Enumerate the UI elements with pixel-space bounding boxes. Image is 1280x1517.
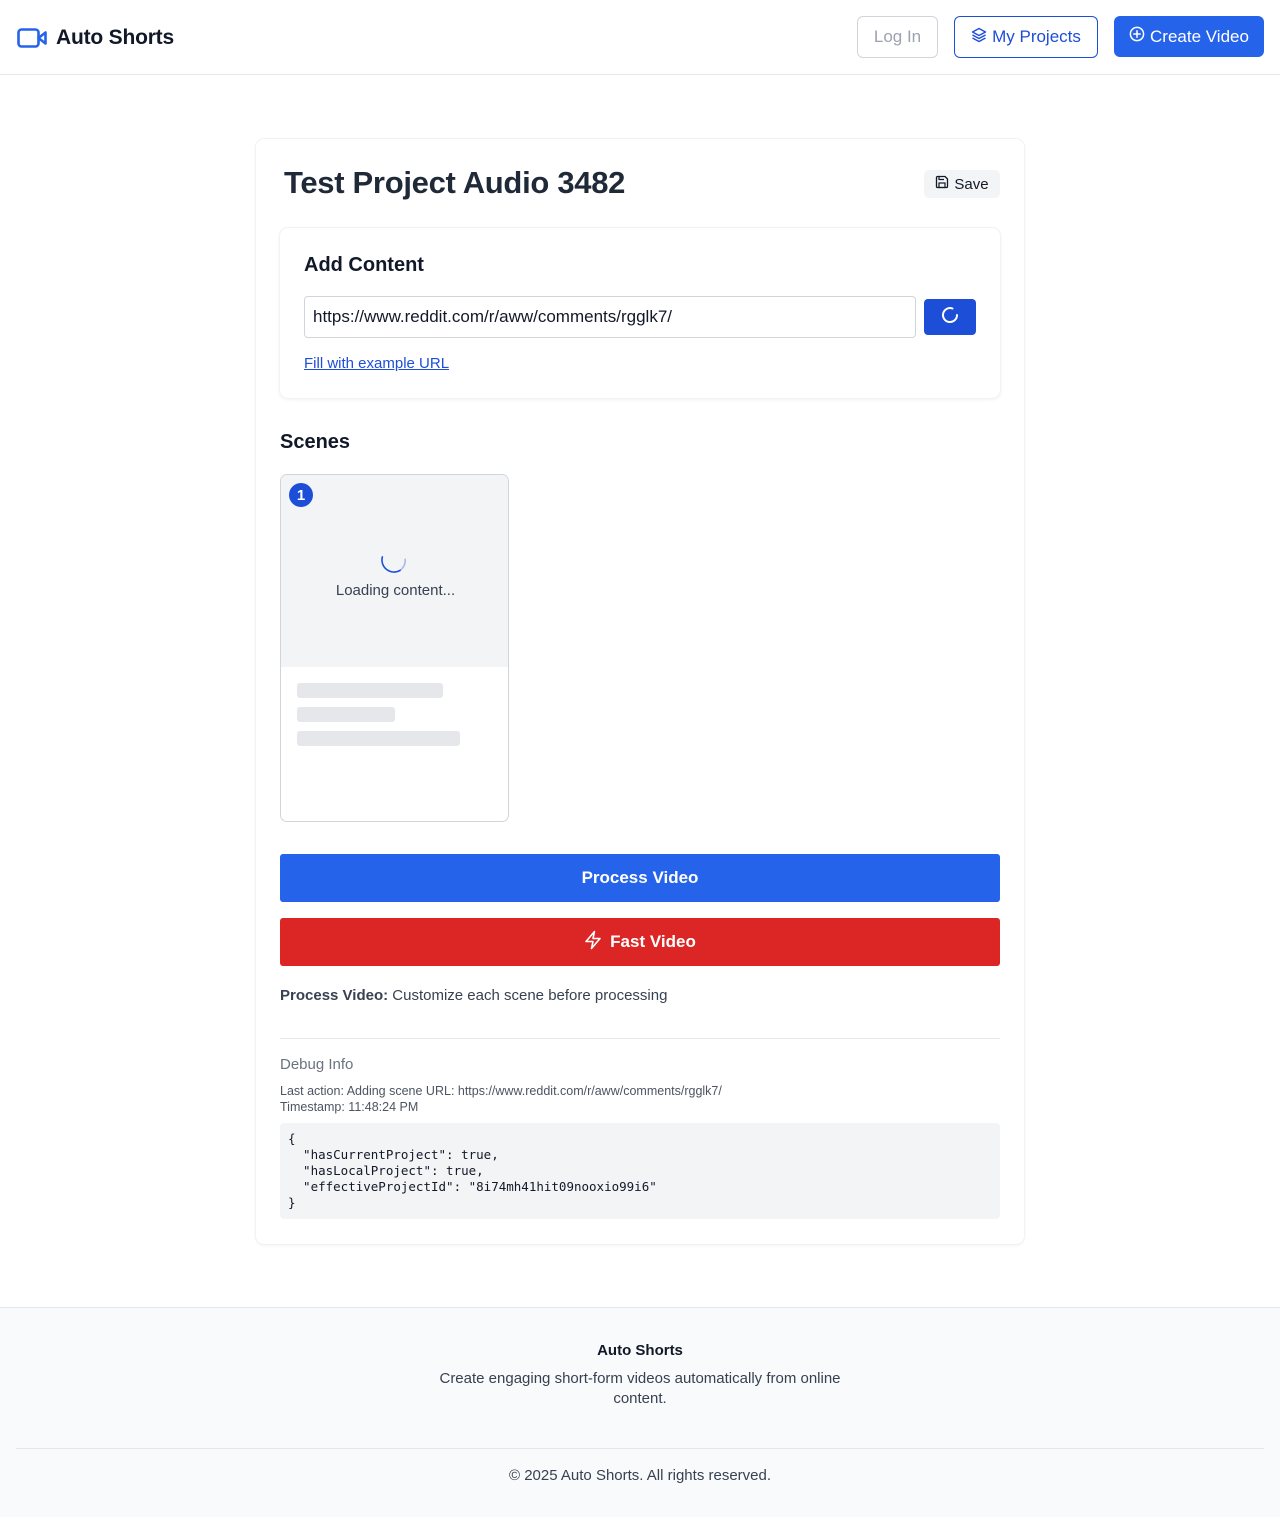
skeleton-line bbox=[297, 731, 460, 746]
save-label: Save bbox=[954, 175, 989, 193]
scene-card[interactable]: 1 Loading content... bbox=[280, 474, 509, 822]
skeleton-line bbox=[297, 683, 443, 698]
footer-title: Auto Shorts bbox=[597, 1342, 683, 1359]
fast-video-label: Fast Video bbox=[610, 932, 696, 951]
my-projects-label: My Projects bbox=[992, 27, 1081, 46]
process-video-hint: Process Video: Customize each scene befo… bbox=[280, 987, 667, 1004]
footer-divider bbox=[16, 1448, 1264, 1449]
create-video-button[interactable]: Create Video bbox=[1114, 16, 1264, 57]
login-button[interactable]: Log In bbox=[857, 16, 938, 58]
fill-example-url-link[interactable]: Fill with example URL bbox=[304, 355, 449, 372]
divider bbox=[280, 1038, 1000, 1039]
my-projects-button[interactable]: My Projects bbox=[954, 16, 1098, 58]
project-editor-card: Test Project Audio 3482 Save Add Content… bbox=[256, 139, 1024, 1244]
footer-description: Create engaging short-form videos automa… bbox=[439, 1370, 841, 1407]
lightning-icon bbox=[584, 930, 602, 955]
debug-json-block: { "hasCurrentProject": true, "hasLocalPr… bbox=[280, 1123, 1000, 1219]
plus-circle-icon bbox=[1129, 26, 1145, 47]
add-content-panel: Add Content Fill with example URL bbox=[280, 228, 1000, 398]
footer-copyright: © 2025 Auto Shorts. All rights reserved. bbox=[508, 1467, 772, 1484]
brand-name: Auto Shorts bbox=[56, 26, 174, 49]
add-content-heading: Add Content bbox=[304, 254, 424, 276]
layers-icon bbox=[971, 27, 987, 48]
brand-logo-link[interactable]: Auto Shorts bbox=[17, 24, 174, 52]
hint-bold: Process Video: bbox=[280, 987, 389, 1004]
process-video-button[interactable]: Process Video bbox=[280, 854, 1000, 902]
footer: Auto Shorts Create engaging short-form v… bbox=[0, 1307, 1280, 1517]
scene-number-badge: 1 bbox=[289, 483, 313, 507]
debug-last-action: Last action: Adding scene URL: https://w… bbox=[280, 1084, 722, 1098]
debug-timestamp: Timestamp: 11:48:24 PM bbox=[280, 1100, 419, 1114]
hint-text: Customize each scene before processing bbox=[388, 987, 668, 1004]
top-navbar: Auto Shorts Log In My Projects Create Vi… bbox=[0, 0, 1280, 75]
process-video-label: Process Video bbox=[581, 868, 699, 887]
login-label: Log In bbox=[873, 27, 922, 46]
url-input[interactable] bbox=[304, 296, 916, 338]
add-url-button[interactable] bbox=[924, 299, 976, 335]
skeleton-line bbox=[297, 707, 395, 722]
video-camera-icon bbox=[17, 26, 47, 50]
scenes-heading: Scenes bbox=[280, 431, 351, 453]
fast-video-button[interactable]: Fast Video bbox=[280, 918, 1000, 966]
create-video-label: Create Video bbox=[1150, 26, 1249, 46]
spinner-icon bbox=[940, 305, 960, 330]
save-button[interactable]: Save bbox=[924, 170, 1000, 198]
floppy-disk-icon bbox=[935, 175, 949, 193]
scene-preview: 1 Loading content... bbox=[281, 475, 508, 667]
page-title: Test Project Audio 3482 bbox=[284, 165, 626, 200]
scene-loading-text: Loading content... bbox=[335, 582, 456, 599]
debug-info-heading: Debug Info bbox=[280, 1056, 354, 1073]
loading-spinner-icon bbox=[379, 545, 409, 575]
